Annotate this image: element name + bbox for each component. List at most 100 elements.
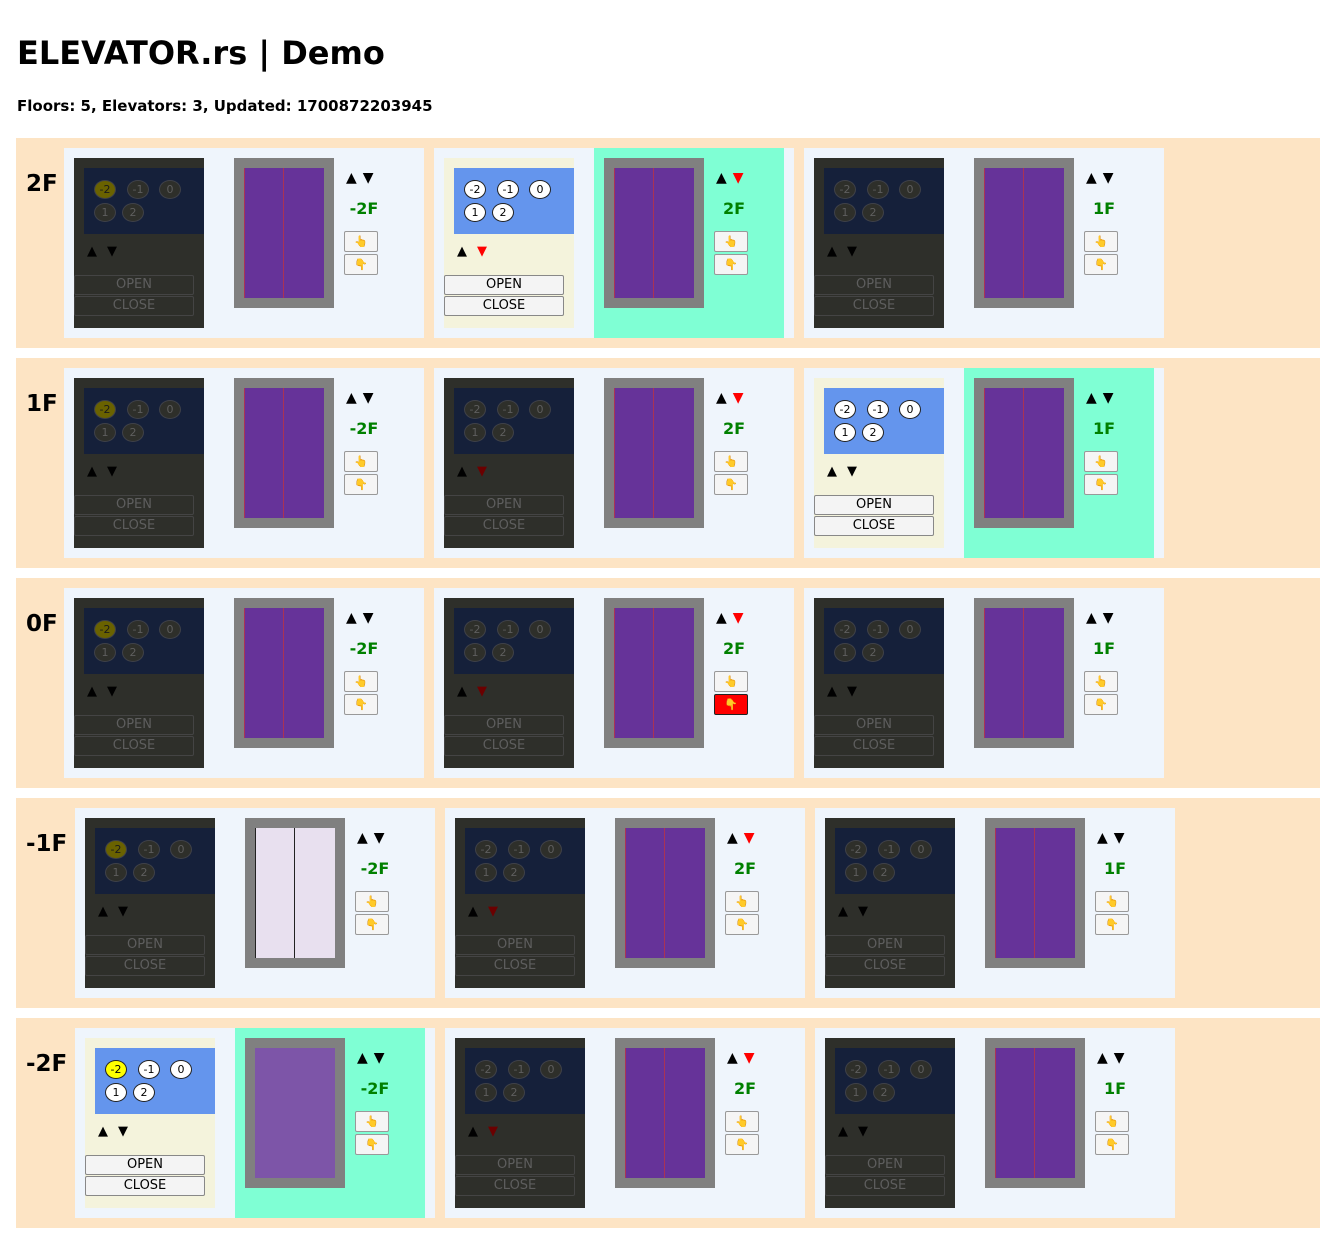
call-down-button[interactable]: 👇 (725, 1134, 759, 1155)
call-up-button[interactable]: 👆 (1084, 231, 1118, 252)
call-down-button[interactable]: 👇 (344, 254, 378, 275)
floor-button[interactable]: 2 (133, 863, 155, 882)
call-up-button[interactable]: 👆 (725, 1111, 759, 1132)
floor-button[interactable]: -2 (94, 180, 116, 199)
floor-button[interactable]: 2 (492, 423, 514, 442)
call-up-button[interactable]: 👆 (1084, 671, 1118, 692)
open-door-button[interactable]: OPEN (814, 495, 934, 515)
floor-button[interactable]: 0 (910, 1060, 932, 1079)
close-door-button[interactable]: CLOSE (74, 296, 194, 316)
floor-button[interactable]: -2 (464, 400, 486, 419)
floor-button[interactable]: 1 (475, 863, 497, 882)
floor-button[interactable]: 1 (845, 1083, 867, 1102)
floor-button[interactable]: -2 (834, 400, 856, 419)
floor-button[interactable]: -1 (497, 400, 519, 419)
call-up-button[interactable]: 👆 (355, 1111, 389, 1132)
call-down-button[interactable]: 👇 (714, 254, 748, 275)
call-down-button[interactable]: 👇 (344, 694, 378, 715)
floor-button[interactable]: 2 (492, 203, 514, 222)
call-down-button[interactable]: 👇 (714, 694, 748, 715)
floor-button[interactable]: -2 (475, 1060, 497, 1079)
call-up-button[interactable]: 👆 (714, 451, 748, 472)
close-door-button[interactable]: CLOSE (444, 736, 564, 756)
open-door-button[interactable]: OPEN (814, 715, 934, 735)
close-door-button[interactable]: CLOSE (814, 516, 934, 536)
floor-button[interactable]: -1 (867, 400, 889, 419)
close-door-button[interactable]: CLOSE (444, 516, 564, 536)
close-door-button[interactable]: CLOSE (74, 736, 194, 756)
floor-button[interactable]: 2 (503, 1083, 525, 1102)
floor-button[interactable]: 1 (834, 643, 856, 662)
floor-button[interactable]: -1 (138, 1060, 160, 1079)
floor-button[interactable]: -1 (127, 180, 149, 199)
floor-button[interactable]: 2 (122, 643, 144, 662)
open-door-button[interactable]: OPEN (74, 715, 194, 735)
call-up-button[interactable]: 👆 (725, 891, 759, 912)
floor-button[interactable]: -2 (105, 840, 127, 859)
floor-button[interactable]: 1 (94, 643, 116, 662)
floor-button[interactable]: -2 (475, 840, 497, 859)
call-up-button[interactable]: 👆 (714, 231, 748, 252)
floor-button[interactable]: -1 (878, 1060, 900, 1079)
floor-button[interactable]: 0 (159, 620, 181, 639)
floor-button[interactable]: 0 (170, 1060, 192, 1079)
call-down-button[interactable]: 👇 (355, 1134, 389, 1155)
call-up-button[interactable]: 👆 (1084, 451, 1118, 472)
call-down-button[interactable]: 👇 (1084, 254, 1118, 275)
floor-button[interactable]: -1 (508, 1060, 530, 1079)
open-door-button[interactable]: OPEN (444, 495, 564, 515)
open-door-button[interactable]: OPEN (74, 495, 194, 515)
floor-button[interactable]: 1 (94, 203, 116, 222)
floor-button[interactable]: 2 (873, 1083, 895, 1102)
floor-button[interactable]: 0 (899, 620, 921, 639)
floor-button[interactable]: 2 (862, 423, 884, 442)
call-down-button[interactable]: 👇 (725, 914, 759, 935)
floor-button[interactable]: -2 (845, 1060, 867, 1079)
floor-button[interactable]: -2 (834, 620, 856, 639)
floor-button[interactable]: 0 (910, 840, 932, 859)
call-down-button[interactable]: 👇 (1084, 694, 1118, 715)
floor-button[interactable]: 0 (159, 400, 181, 419)
close-door-button[interactable]: CLOSE (455, 1176, 575, 1196)
close-door-button[interactable]: CLOSE (825, 956, 945, 976)
floor-button[interactable]: -1 (878, 840, 900, 859)
call-down-button[interactable]: 👇 (344, 474, 378, 495)
floor-button[interactable]: 1 (464, 423, 486, 442)
floor-button[interactable]: 1 (464, 643, 486, 662)
close-door-button[interactable]: CLOSE (455, 956, 575, 976)
floor-button[interactable]: -2 (464, 180, 486, 199)
floor-button[interactable]: 1 (94, 423, 116, 442)
floor-button[interactable]: 2 (862, 203, 884, 222)
call-up-button[interactable]: 👆 (714, 671, 748, 692)
close-door-button[interactable]: CLOSE (85, 956, 205, 976)
floor-button[interactable]: 1 (105, 1083, 127, 1102)
floor-button[interactable]: 1 (845, 863, 867, 882)
floor-button[interactable]: 2 (122, 423, 144, 442)
floor-button[interactable]: -1 (127, 620, 149, 639)
close-door-button[interactable]: CLOSE (814, 296, 934, 316)
call-up-button[interactable]: 👆 (355, 891, 389, 912)
floor-button[interactable]: -1 (508, 840, 530, 859)
floor-button[interactable]: 1 (464, 203, 486, 222)
floor-button[interactable]: 2 (503, 863, 525, 882)
floor-button[interactable]: 0 (899, 400, 921, 419)
open-door-button[interactable]: OPEN (825, 935, 945, 955)
floor-button[interactable]: -1 (867, 180, 889, 199)
floor-button[interactable]: 0 (529, 620, 551, 639)
open-door-button[interactable]: OPEN (444, 715, 564, 735)
open-door-button[interactable]: OPEN (455, 935, 575, 955)
close-door-button[interactable]: CLOSE (74, 516, 194, 536)
call-up-button[interactable]: 👆 (344, 231, 378, 252)
open-door-button[interactable]: OPEN (74, 275, 194, 295)
floor-button[interactable]: 2 (133, 1083, 155, 1102)
floor-button[interactable]: -1 (497, 180, 519, 199)
close-door-button[interactable]: CLOSE (444, 296, 564, 316)
open-door-button[interactable]: OPEN (814, 275, 934, 295)
floor-button[interactable]: 2 (873, 863, 895, 882)
floor-button[interactable]: 0 (540, 1060, 562, 1079)
open-door-button[interactable]: OPEN (444, 275, 564, 295)
floor-button[interactable]: 1 (834, 423, 856, 442)
floor-button[interactable]: -2 (94, 400, 116, 419)
floor-button[interactable]: -2 (845, 840, 867, 859)
close-door-button[interactable]: CLOSE (814, 736, 934, 756)
